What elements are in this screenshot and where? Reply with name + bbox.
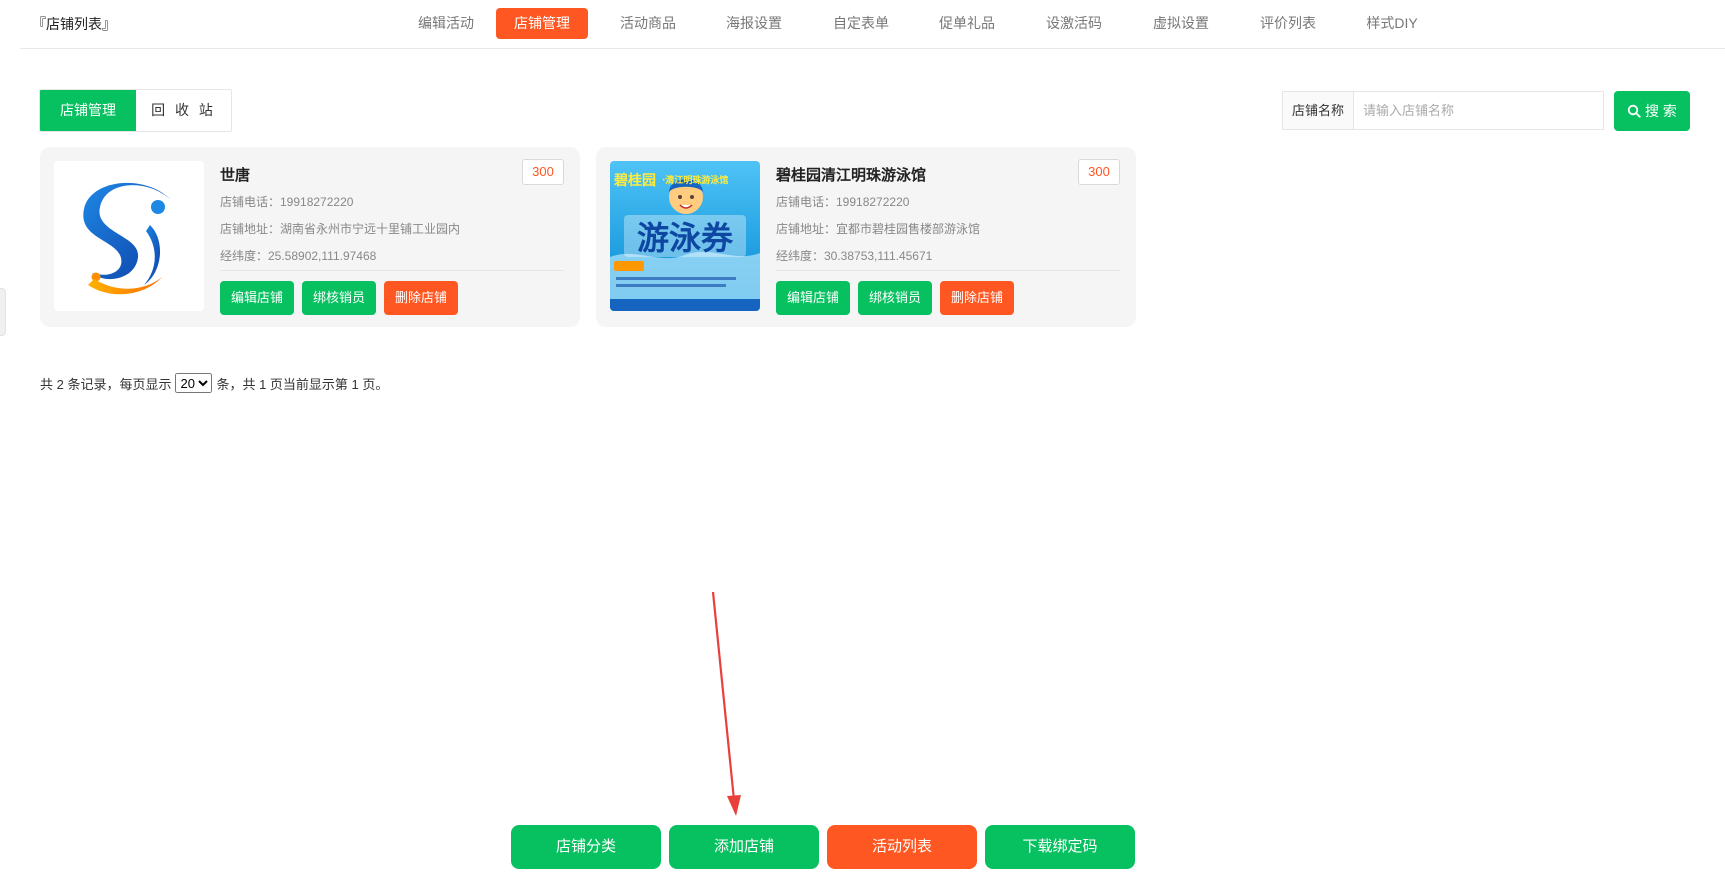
edit-store-button[interactable]: 编辑店铺: [220, 281, 295, 315]
store-poster-image: 碧桂园 ·清江明珠游泳馆 游泳券: [610, 161, 760, 311]
store-logo-image: [54, 161, 204, 311]
tab-poster-settings[interactable]: 海报设置: [714, 8, 794, 39]
tab-virtual-settings[interactable]: 虚拟设置: [1141, 8, 1221, 39]
store-card: 世唐 300 店铺电话：19918272220 店铺地址：湖南省永州市宁远十里铺…: [40, 147, 580, 327]
annotation-arrow: [711, 591, 741, 816]
tab-store-manage[interactable]: 店铺管理: [496, 8, 588, 39]
segment-store-manage[interactable]: 店铺管理: [40, 90, 136, 131]
per-page-select[interactable]: 20: [175, 373, 213, 393]
store-count-badge: 300: [1078, 159, 1120, 185]
search-button-label: 搜 索: [1645, 103, 1677, 119]
tab-custom-form[interactable]: 自定表单: [821, 8, 901, 39]
store-phone: 店铺电话：19918272220: [220, 195, 354, 209]
swim-voucher-poster: 碧桂园 ·清江明珠游泳馆 游泳券: [610, 161, 760, 311]
sidebar-collapse-handle[interactable]: [0, 288, 6, 336]
pagination-info: 共 2 条记录，每页显示 20 条，共 1 页当前显示第 1 页。: [40, 373, 388, 393]
search-button[interactable]: 搜 索: [1614, 91, 1690, 131]
add-store-button[interactable]: 添加店铺: [669, 825, 819, 869]
store-count-badge: 300: [522, 159, 564, 185]
store-segment-switch: 店铺管理 回 收 站: [39, 89, 232, 132]
pagination-prefix: 共 2 条记录，每页显示: [40, 376, 172, 392]
poster-headline: 游泳券: [637, 219, 734, 257]
store-name: 世唐: [220, 167, 251, 184]
store-address: 店铺地址：宜都市碧桂园售楼部游泳馆: [776, 222, 981, 236]
delete-store-button[interactable]: 删除店铺: [384, 281, 459, 315]
store-category-button[interactable]: 店铺分类: [511, 825, 661, 869]
store-name: 碧桂园清江明珠游泳馆: [776, 167, 927, 184]
store-coordinates: 经纬度：30.38753,111.45671: [776, 249, 933, 263]
download-binding-code-button[interactable]: 下载绑定码: [985, 825, 1135, 869]
search-label: 店铺名称: [1283, 92, 1354, 129]
search-icon: [1627, 104, 1641, 118]
top-nav-bar: 『店铺列表』 编辑活动 店铺管理 活动商品 海报设置 自定表单 促单礼品 设激活…: [20, 0, 1725, 49]
tab-promo-gifts[interactable]: 促单礼品: [927, 8, 1007, 39]
pagination-suffix: 条，共 1 页当前显示第 1 页。: [216, 376, 389, 392]
tab-activity-goods[interactable]: 活动商品: [608, 8, 688, 39]
edit-store-button[interactable]: 编辑店铺: [776, 281, 851, 315]
activity-list-button[interactable]: 活动列表: [827, 825, 977, 869]
card-divider: [220, 270, 564, 271]
poster-brand: 碧桂园: [613, 172, 656, 189]
tab-edit-activity[interactable]: 编辑活动: [398, 8, 494, 39]
bind-verifier-button[interactable]: 绑核销员: [858, 281, 933, 315]
page-title: 『店铺列表』: [32, 16, 116, 32]
swimmer-logo-icon: [83, 182, 172, 295]
store-phone: 店铺电话：19918272220: [776, 195, 910, 209]
store-address: 店铺地址：湖南省永州市宁远十里铺工业园内: [220, 222, 461, 236]
store-coordinates: 经纬度：25.58902,111.97468: [220, 249, 377, 263]
tab-style-diy[interactable]: 样式DIY: [1352, 8, 1432, 39]
bind-verifier-button[interactable]: 绑核销员: [302, 281, 377, 315]
poster-subtitle: ·清江明珠游泳馆: [662, 174, 728, 186]
tab-review-list[interactable]: 评价列表: [1248, 8, 1328, 39]
segment-recycle-bin[interactable]: 回 收 站: [136, 90, 231, 131]
delete-store-button[interactable]: 删除店铺: [940, 281, 1015, 315]
store-card: 碧桂园 ·清江明珠游泳馆 游泳券 碧桂园清江明珠游泳馆 300 店铺电话：199…: [596, 147, 1136, 327]
card-divider: [776, 270, 1120, 271]
store-search-box: 店铺名称: [1282, 91, 1604, 130]
store-name-search-input[interactable]: [1354, 92, 1603, 129]
tab-activation-code[interactable]: 设激活码: [1034, 8, 1114, 39]
